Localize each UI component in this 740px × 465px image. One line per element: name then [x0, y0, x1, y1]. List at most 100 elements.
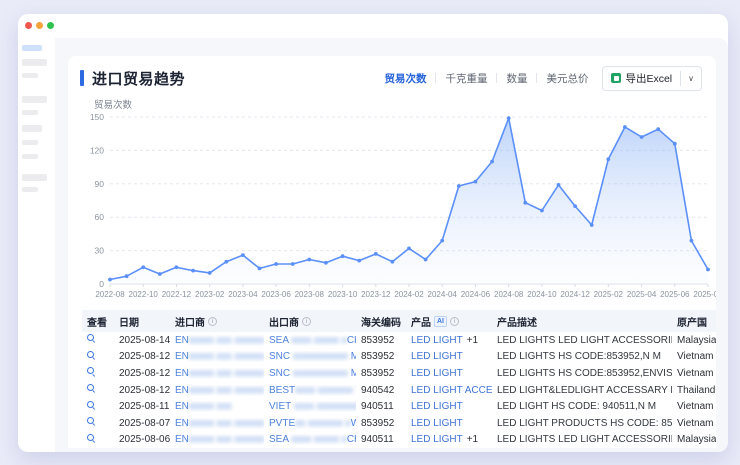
- product-description-cell: LED LIGHT PRODUCTS HS CODE: 853952,NUWAT…: [492, 418, 672, 429]
- maximize-window-icon[interactable]: [47, 22, 54, 29]
- importer-link[interactable]: ENxxxxx xxx xxxxxxNG L...: [170, 335, 264, 346]
- svg-text:2023-02: 2023-02: [195, 290, 225, 299]
- minimize-window-icon[interactable]: [36, 22, 43, 29]
- tab-metric-3[interactable]: 数量: [506, 71, 527, 86]
- app-window: 进口贸易趋势 贸易次数 千克重量 数量 美元总价 导出Excel ∨ 贸易次数 0 30…: [18, 14, 728, 452]
- tab-metric-1[interactable]: 贸易次数: [384, 71, 426, 86]
- date-cell: 2025-08-12: [114, 351, 170, 362]
- svg-text:0: 0: [99, 279, 104, 289]
- svg-text:2025-08: 2025-08: [693, 290, 716, 299]
- redacted-text: xxxx xxxxxxx: [295, 385, 355, 396]
- view-record-icon[interactable]: [87, 434, 96, 443]
- hs-code-cell: 853952: [356, 418, 406, 429]
- column-header-1: 查看: [82, 314, 114, 329]
- info-icon[interactable]: i: [208, 317, 217, 326]
- product-link[interactable]: LED LIGHT ACCESSORY: [411, 385, 492, 396]
- svg-text:2024-06: 2024-06: [461, 290, 491, 299]
- svg-text:2023-06: 2023-06: [261, 290, 291, 299]
- hs-code-cell: 940542: [356, 385, 406, 396]
- redacted-text: xxxx xxxxx x: [291, 335, 347, 346]
- column-header-2: 日期: [114, 314, 170, 329]
- chart-y-axis-title: 贸易次数: [94, 97, 716, 109]
- view-record-icon[interactable]: [87, 367, 96, 376]
- exporter-link[interactable]: VIET xxxx xxxxxxxxx: [264, 401, 356, 412]
- product-link[interactable]: LED LIGHT: [411, 401, 463, 412]
- importer-link[interactable]: ENxxxxx xxx xxxxxxNG I...: [170, 418, 264, 429]
- ai-badge: AI: [434, 316, 447, 327]
- origin-country-cell: Vietnam: [672, 351, 716, 362]
- info-icon[interactable]: i: [450, 317, 459, 326]
- product-link[interactable]: LED LIGHT: [411, 418, 463, 429]
- importer-link[interactable]: ENxxxxx xxx xxxxxxNG I...: [170, 385, 264, 396]
- export-excel-label: 导出Excel: [625, 71, 672, 86]
- export-split-button: 导出Excel ∨: [602, 66, 702, 91]
- svg-text:2025-04: 2025-04: [627, 290, 657, 299]
- trade-trend-area-chart[interactable]: 03060901201502022-082022-102022-122023-0…: [80, 109, 716, 299]
- date-cell: 2025-08-12: [114, 368, 170, 379]
- importer-link[interactable]: ENxxxxx xxx: [170, 401, 264, 412]
- product-link[interactable]: LED LIGHT: [411, 368, 463, 379]
- redacted-text: xxxxx xxx: [189, 401, 232, 412]
- importer-link[interactable]: ENxxxxx xxx xxxxxxNG L...: [170, 368, 264, 379]
- product-link[interactable]: LED LIGHT: [411, 335, 463, 346]
- svg-text:2022-08: 2022-08: [95, 290, 125, 299]
- sidebar-item-10[interactable]: [22, 187, 38, 192]
- origin-country-cell: Vietnam: [672, 401, 716, 412]
- sidebar-item-2[interactable]: [22, 59, 47, 66]
- importer-link[interactable]: ENxxxxx xxx xxxxxxNG I...: [170, 434, 264, 445]
- sidebar-item-5[interactable]: [22, 110, 38, 115]
- exporter-link[interactable]: PVTExx xxxxxxx xW VI...: [264, 418, 356, 429]
- excel-icon: [611, 73, 621, 83]
- product-extra-count: +1: [467, 335, 478, 346]
- exporter-link[interactable]: SEA xxxx xxxxx xCH ...: [264, 434, 356, 445]
- column-header-7: 产品描述: [492, 314, 672, 329]
- exporter-link[interactable]: SNC xxxxxxxxxxx MET...: [264, 368, 356, 379]
- svg-text:2024-08: 2024-08: [494, 290, 524, 299]
- redacted-text: xxxx xxxxxxxxx: [294, 401, 356, 412]
- export-excel-button[interactable]: 导出Excel: [603, 67, 680, 90]
- close-window-icon[interactable]: [25, 22, 32, 29]
- sidebar-item-9[interactable]: [22, 174, 47, 181]
- view-record-icon[interactable]: [87, 384, 96, 393]
- sidebar-item-8[interactable]: [22, 154, 38, 159]
- product-link[interactable]: LED LIGHT: [411, 351, 463, 362]
- export-dropdown-button[interactable]: ∨: [680, 71, 701, 86]
- column-header-4: 出口商i: [264, 314, 356, 329]
- sidebar-item-4[interactable]: [22, 96, 47, 103]
- page-title: 进口贸易趋势: [92, 68, 185, 89]
- exporter-link[interactable]: BESTxxxx xxxxxxx THA...: [264, 385, 356, 396]
- svg-text:90: 90: [95, 179, 105, 189]
- origin-country-cell: Malaysia: [672, 434, 716, 445]
- view-record-icon[interactable]: [87, 401, 96, 410]
- tab-metric-2[interactable]: 千克重量: [445, 71, 487, 86]
- product-extra-count: +1: [467, 434, 478, 445]
- sidebar-item-7[interactable]: [22, 140, 38, 145]
- main-content: 进口贸易趋势 贸易次数 千克重量 数量 美元总价 导出Excel ∨ 贸易次数 0 30…: [55, 38, 728, 452]
- date-cell: 2025-08-12: [114, 385, 170, 396]
- svg-text:150: 150: [90, 112, 104, 122]
- exporter-link[interactable]: SEA xxxx xxxxx xCH ...: [264, 335, 356, 346]
- origin-country-cell: Thailand: [672, 385, 716, 396]
- svg-text:30: 30: [95, 246, 105, 256]
- svg-text:120: 120: [90, 145, 104, 155]
- svg-text:2024-04: 2024-04: [428, 290, 458, 299]
- date-cell: 2025-08-14: [114, 335, 170, 346]
- product-description-cell: LED LIGHTS HS CODE:853952,ENVISIONLED: [492, 368, 672, 379]
- table-row: 2025-08-11 ENxxxxx xxx VIET xxxx xxxxxxx…: [82, 398, 716, 415]
- view-record-icon[interactable]: [87, 334, 96, 343]
- sidebar-item-1[interactable]: [22, 45, 42, 51]
- product-link[interactable]: LED LIGHT: [411, 434, 463, 445]
- metric-tabs: 贸易次数 千克重量 数量 美元总价: [384, 71, 588, 86]
- sidebar-item-3[interactable]: [22, 73, 38, 78]
- sidebar-item-6[interactable]: [22, 125, 42, 132]
- tab-metric-4[interactable]: 美元总价: [546, 71, 588, 86]
- origin-country-cell: Malaysia: [672, 335, 716, 346]
- view-record-icon[interactable]: [87, 351, 96, 360]
- importer-link[interactable]: ENxxxxx xxx xxxxxxNG L...: [170, 351, 264, 362]
- info-icon[interactable]: i: [302, 317, 311, 326]
- redacted-text: xxxxx xxx xxxxxx: [189, 335, 264, 346]
- svg-text:2024-12: 2024-12: [560, 290, 590, 299]
- view-record-icon[interactable]: [87, 417, 96, 426]
- table-body: 2025-08-14 ENxxxxx xxx xxxxxxNG L... SEA…: [82, 332, 716, 448]
- exporter-link[interactable]: SNC xxxxxxxxxxx MET...: [264, 351, 356, 362]
